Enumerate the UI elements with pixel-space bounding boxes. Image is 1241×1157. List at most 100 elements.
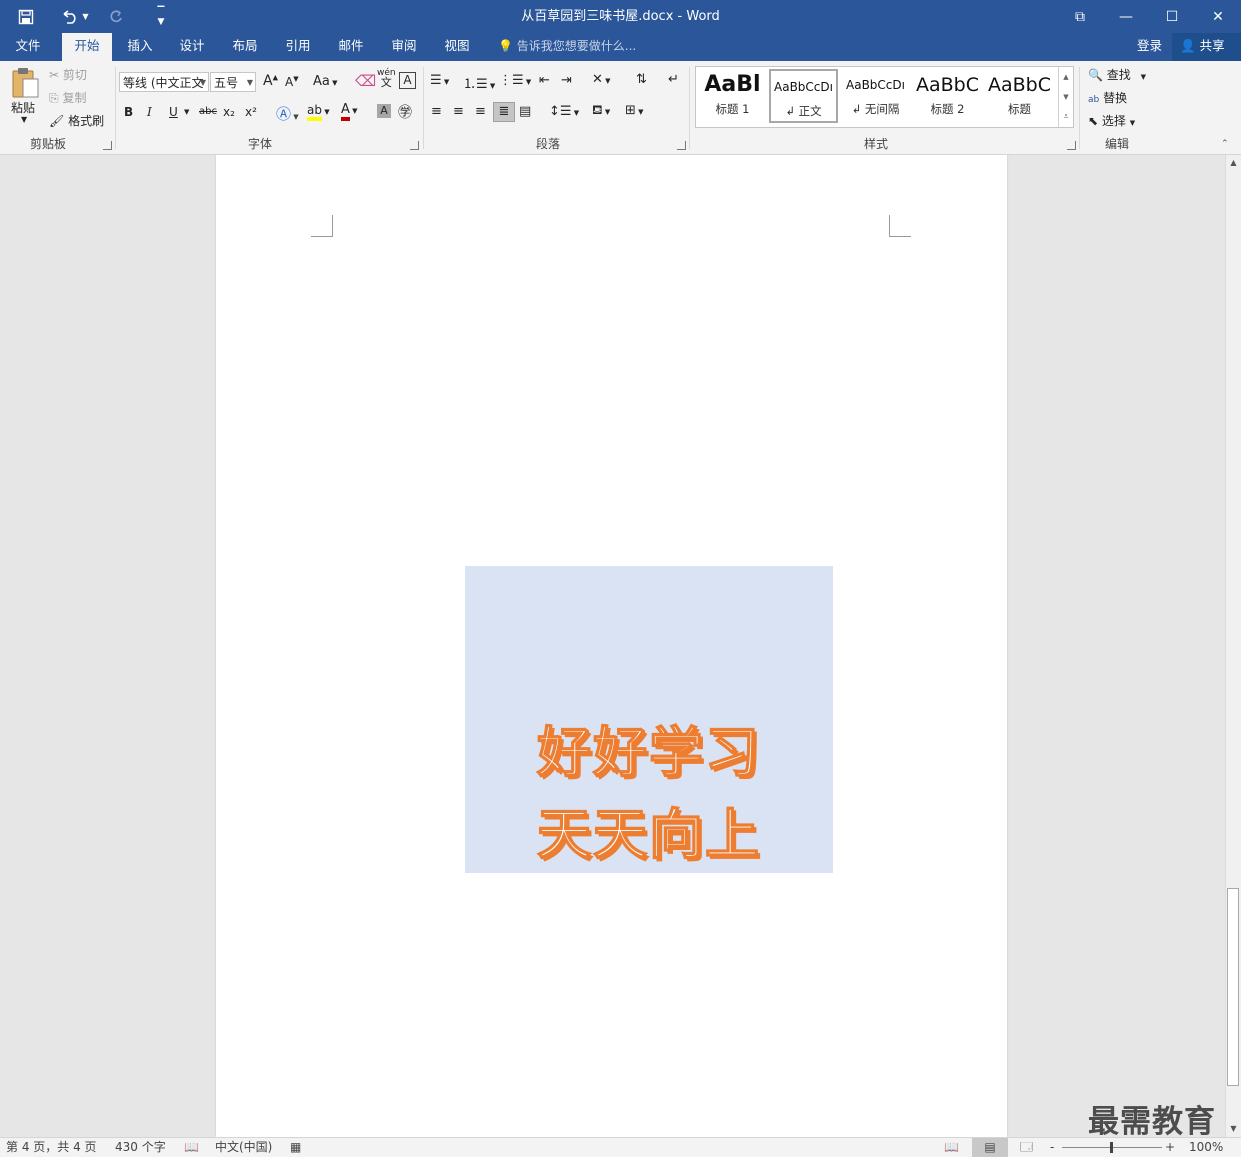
web-layout-icon[interactable]: 🗔 — [1020, 1138, 1033, 1157]
underline-button[interactable]: U — [169, 105, 178, 119]
zoom-out-button[interactable]: - — [1050, 1138, 1054, 1157]
word-count[interactable]: 430 个字 — [115, 1138, 166, 1157]
decrease-indent-button[interactable]: ⇤ — [539, 73, 550, 88]
tab-review[interactable]: 审阅 — [379, 33, 429, 61]
print-layout-icon[interactable]: ▤ — [972, 1138, 1008, 1157]
proofing-icon[interactable]: 📖 — [184, 1138, 199, 1157]
tab-design[interactable]: 设计 — [167, 33, 217, 61]
format-painter-button[interactable]: 🖌 格式刷 — [49, 112, 104, 129]
language-indicator[interactable]: 中文(中国) — [215, 1138, 272, 1157]
document-area[interactable]: 好好学习 天天向上 — [0, 155, 1225, 1137]
underline-dropdown-icon[interactable]: ▼ — [184, 108, 189, 116]
page-count[interactable]: 第 4 页，共 4 页 — [6, 1138, 97, 1157]
align-right-button[interactable]: ≡ — [475, 104, 486, 119]
show-marks-button[interactable]: ↵ — [668, 72, 679, 87]
share-button[interactable]: 👤 共享 — [1172, 33, 1241, 61]
italic-button[interactable]: I — [147, 105, 152, 119]
read-mode-icon[interactable]: 📖 — [944, 1138, 959, 1157]
distributed-button[interactable]: ▤ — [519, 104, 531, 119]
status-bar: 第 4 页，共 4 页 430 个字 📖 中文(中国) ▦ 📖 ▤ 🗔 - + … — [0, 1137, 1241, 1157]
collapse-ribbon-icon[interactable]: ⌃ — [1221, 139, 1229, 149]
replace-button[interactable]: ab 替换 — [1088, 89, 1127, 106]
strikethrough-button[interactable]: abc — [199, 106, 217, 117]
tab-layout[interactable]: 布局 — [220, 33, 270, 61]
scroll-down-icon[interactable]: ▼ — [1226, 1121, 1241, 1137]
ribbon-display-options-button[interactable]: ⧉ — [1057, 0, 1103, 33]
macro-record-icon[interactable]: ▦ — [290, 1138, 301, 1157]
style-heading-2[interactable]: AaBbC 标题 2 — [913, 69, 982, 123]
scroll-thumb[interactable] — [1227, 888, 1239, 1086]
document-page[interactable]: 好好学习 天天向上 — [216, 155, 1007, 1137]
highlight-button[interactable]: ab ▼ — [307, 103, 330, 121]
justify-button[interactable]: ≣ — [493, 102, 515, 122]
enclose-characters-button[interactable]: ㊫ — [398, 102, 412, 122]
text-effects-button[interactable]: Ⓐ ▼ — [276, 103, 299, 124]
change-case-button[interactable]: Aa ▼ — [313, 74, 337, 89]
tab-insert[interactable]: 插入 — [115, 33, 165, 61]
sort-button[interactable]: ⇅ — [636, 72, 647, 87]
vertical-scrollbar[interactable]: ▲ ▼ — [1225, 155, 1241, 1137]
increase-indent-button[interactable]: ⇥ — [561, 73, 572, 88]
grow-font-button[interactable]: A▲ — [263, 73, 278, 89]
tab-file[interactable]: 文件 — [0, 33, 56, 61]
align-center-button[interactable]: ≡ — [453, 104, 464, 119]
numbering-button[interactable]: ⒈☰ ▼ — [463, 73, 495, 92]
chinese-layout-button[interactable]: ✕ ▼ — [592, 72, 611, 87]
bullets-button[interactable]: ☰ ▼ — [430, 73, 449, 88]
wordart-image[interactable]: 好好学习 天天向上 — [465, 566, 833, 873]
tab-references[interactable]: 引用 — [273, 33, 323, 61]
font-launcher-icon[interactable] — [410, 141, 419, 150]
style-no-spacing[interactable]: AaBbCcDı ↲ 无间隔 — [841, 69, 910, 123]
styles-launcher-icon[interactable] — [1067, 141, 1076, 150]
line-spacing-button[interactable]: ↕☰ ▼ — [549, 104, 579, 119]
user-icon: 👤 — [1180, 38, 1196, 53]
chevron-up-icon[interactable]: ▲ — [1059, 67, 1073, 87]
minimize-button[interactable]: — — [1103, 0, 1149, 33]
distributed-icon: ▤ — [519, 104, 532, 119]
scissors-icon: ✂ — [49, 68, 60, 82]
cut-button[interactable]: ✂ 剪切 — [49, 66, 87, 83]
login-link[interactable]: 登录 — [1137, 33, 1162, 61]
superscript-button[interactable]: x² — [245, 105, 257, 119]
tab-home[interactable]: 开始 — [62, 33, 112, 61]
gallery-more-icon[interactable]: ⩡ — [1059, 107, 1073, 127]
customize-quick-access-button[interactable]: ▔ ▼ — [152, 0, 170, 33]
subscript-button[interactable]: x₂ — [223, 105, 235, 119]
character-border-button[interactable]: A — [399, 72, 416, 89]
paste-button[interactable] — [9, 66, 41, 100]
redo-button[interactable] — [106, 0, 126, 33]
style-normal[interactable]: AaBbCcDı ↲ 正文 — [769, 69, 838, 123]
paste-dropdown-icon[interactable]: ▼ — [21, 115, 27, 124]
shading-button[interactable]: ⛾ ▼ — [592, 103, 610, 120]
align-left-button[interactable]: ≡ — [431, 104, 442, 119]
shrink-font-button[interactable]: A▼ — [285, 75, 299, 89]
copy-button[interactable]: ⎘ 复制 — [49, 89, 86, 106]
close-button[interactable]: ✕ — [1195, 0, 1241, 33]
phonetic-guide-button[interactable]: wén 文 — [377, 69, 396, 89]
scroll-up-icon[interactable]: ▲ — [1226, 155, 1241, 171]
paragraph-launcher-icon[interactable] — [677, 141, 686, 150]
clear-formatting-button[interactable]: ⌫ — [355, 72, 376, 90]
save-button[interactable] — [12, 0, 40, 33]
find-button[interactable]: 🔍 查找 ▼ — [1088, 66, 1146, 83]
bold-button[interactable]: B — [124, 105, 133, 119]
select-button[interactable]: ⬉ 选择 ▼ — [1088, 112, 1135, 129]
style-heading-1[interactable]: AaBl 标题 1 — [698, 69, 767, 123]
tab-mailings[interactable]: 邮件 — [326, 33, 376, 61]
font-size-combobox[interactable]: 五号 ▼ — [210, 72, 256, 92]
font-color-button[interactable]: A ▼ — [341, 102, 358, 121]
font-name-combobox[interactable]: 等线 (中文正文 ▼ — [119, 72, 209, 92]
maximize-button[interactable]: ☐ — [1149, 0, 1195, 33]
borders-button[interactable]: ⊞ ▼ — [625, 103, 644, 118]
zoom-slider-thumb[interactable] — [1110, 1142, 1113, 1153]
tell-me-search[interactable]: 💡 告诉我您想要做什么... — [498, 33, 636, 61]
multilevel-list-button[interactable]: ⋮☰ ▼ — [499, 73, 531, 88]
cut-label: 剪切 — [62, 68, 87, 82]
character-shading-button[interactable]: A — [377, 104, 391, 118]
tab-view[interactable]: 视图 — [432, 33, 482, 61]
style-title[interactable]: AaBbC 标题 — [985, 69, 1054, 123]
character-shading-icon: A — [380, 104, 388, 117]
undo-button[interactable]: ▼ — [58, 0, 92, 33]
clipboard-launcher-icon[interactable] — [103, 141, 112, 150]
chevron-down-icon[interactable]: ▼ — [1059, 87, 1073, 107]
